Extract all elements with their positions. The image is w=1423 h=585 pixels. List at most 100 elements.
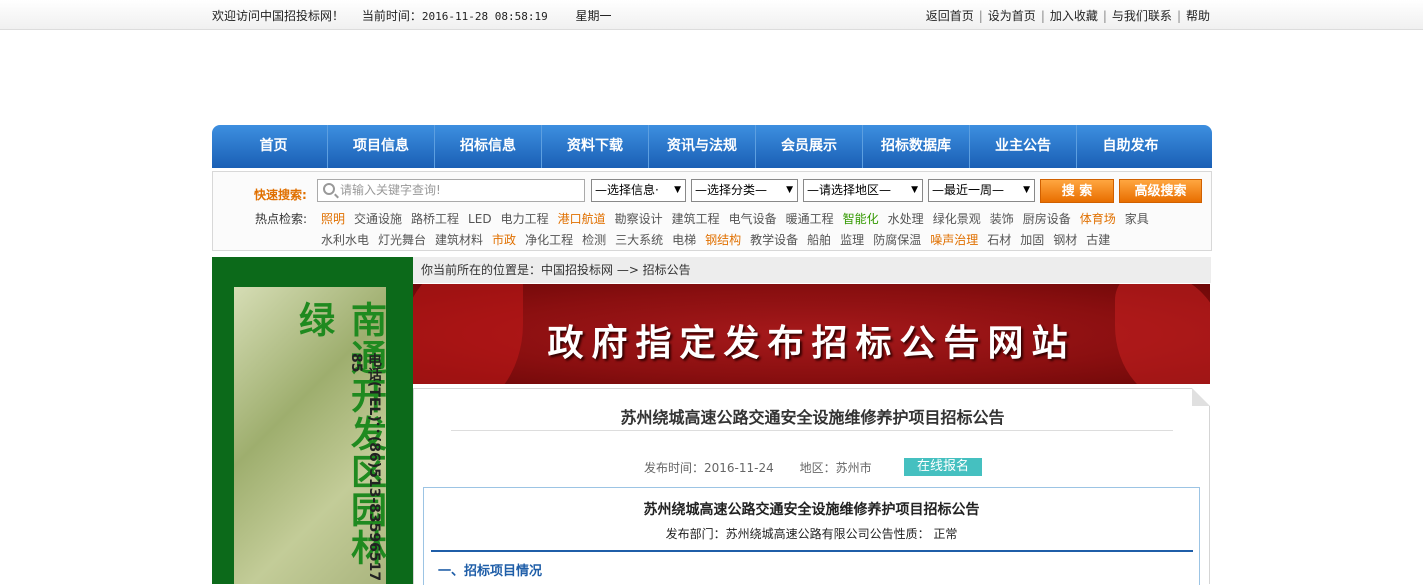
top-links: 返回首页 | 设为首页 | 加入收藏 | 与我们联系 | 帮助 — [926, 7, 1210, 24]
hot-keyword-link[interactable]: 教学设备 — [750, 233, 798, 247]
hot-keyword-link[interactable]: 净化工程 — [525, 233, 573, 247]
left-advertisement[interactable]: 南通开发区园林绿 电话(TEL)：(86)513-83596517 85 — [212, 257, 413, 584]
quick-search-label: 快速搜索: — [254, 188, 307, 202]
chevron-down-icon: ▼ — [786, 185, 793, 195]
hot-keyword-link[interactable]: 港口航道 — [558, 212, 606, 226]
date-label: 发布时间： — [644, 461, 705, 475]
hot-keyword-link[interactable]: 家具 — [1125, 212, 1149, 226]
advanced-search-button[interactable]: 高级搜索 — [1119, 179, 1202, 203]
hot-keyword-link[interactable]: 路桥工程 — [411, 212, 459, 226]
hot-keyword-link[interactable]: 三大系统 — [615, 233, 663, 247]
divider — [431, 550, 1193, 552]
section-heading: 一、招标项目情况 — [438, 564, 543, 579]
hot-keyword-link[interactable]: LED — [468, 212, 492, 226]
hot-keyword-link[interactable]: 照明 — [321, 212, 345, 226]
nav-projects[interactable]: 项目信息 — [328, 125, 435, 168]
chevron-down-icon: ▼ — [1023, 185, 1030, 195]
link-set-home[interactable]: 设为首页 — [988, 9, 1036, 23]
nav-database[interactable]: 招标数据库 — [863, 125, 970, 168]
nav-owner-notices[interactable]: 业主公告 — [970, 125, 1077, 168]
hot-search-label: 热点检索: — [255, 212, 308, 226]
hot-keyword-link[interactable]: 石材 — [987, 233, 1011, 247]
article-title: 苏州绕城高速公路交通安全设施维修养护项目招标公告 — [620, 408, 1005, 427]
weekday: 星期一 — [575, 9, 612, 23]
welcome-text: 欢迎访问中国招投标网！ — [212, 9, 345, 23]
hot-keywords-row-2: 水利水电 灯光舞台 建筑材料 市政 净化工程 检测 三大系统 电梯 钢结构 教学设备 船舶 监理 防腐保… — [321, 231, 1119, 248]
notice-publisher: 发布部门：苏州绕城高速公路有限公司公告性质： 正常 — [665, 527, 958, 541]
article-panel: 苏州绕城高速公路交通安全设施维修养护项目招标公告 发布时间：2016-11-24… — [413, 388, 1210, 585]
top-bar: 欢迎访问中国招投标网！ 当前时间：2016-11-28 08:58:19 星期一… — [0, 0, 1423, 30]
category-select[interactable]: —选择分类— ▼ — [691, 179, 798, 202]
hot-keyword-link[interactable]: 钢材 — [1053, 233, 1077, 247]
separator: | — [1102, 9, 1107, 23]
link-contact[interactable]: 与我们联系 — [1112, 9, 1172, 23]
notice-title: 苏州绕城高速公路交通安全设施维修养护项目招标公告 — [643, 502, 980, 518]
hot-keyword-link[interactable]: 电梯 — [672, 233, 696, 247]
hot-keyword-link[interactable]: 钢结构 — [705, 233, 741, 247]
welcome-info: 欢迎访问中国招投标网！ 当前时间：2016-11-28 08:58:19 星期一 — [212, 7, 626, 24]
hot-keyword-link[interactable]: 监理 — [840, 233, 864, 247]
divider — [451, 430, 1173, 431]
time-value: 2016-11-28 08:58:19 — [421, 10, 548, 23]
ad-image: 南通开发区园林绿 电话(TEL)：(86)513-83596517 85 — [234, 287, 387, 584]
online-apply-button[interactable]: 在线报名 — [904, 458, 982, 476]
hot-keyword-link[interactable]: 防腐保温 — [873, 233, 921, 247]
hot-keyword-link[interactable]: 智能化 — [843, 212, 879, 226]
hot-keyword-link[interactable]: 加固 — [1020, 233, 1044, 247]
hot-keyword-link[interactable]: 绿化景观 — [933, 212, 981, 226]
separator: | — [1176, 9, 1181, 23]
nav-downloads[interactable]: 资料下载 — [542, 125, 649, 168]
link-home[interactable]: 返回首页 — [926, 9, 974, 23]
info-type-select[interactable]: —选择信息· ▼ — [591, 179, 686, 202]
period-select[interactable]: —最近一周— ▼ — [928, 179, 1035, 202]
hot-keyword-link[interactable]: 装饰 — [990, 212, 1014, 226]
nav-tenders[interactable]: 招标信息 — [435, 125, 542, 168]
hot-keyword-link[interactable]: 交通设施 — [354, 212, 402, 226]
banner-text: 政府指定发布招标公告网站 — [547, 322, 1076, 364]
separator: | — [978, 9, 983, 23]
region-select[interactable]: —请选择地区— ▼ — [803, 179, 923, 202]
hot-keyword-link[interactable]: 电力工程 — [501, 212, 549, 226]
hot-keyword-link[interactable]: 厨房设备 — [1023, 212, 1071, 226]
region-label: 地区： — [799, 461, 836, 475]
hot-keyword-link[interactable]: 建筑工程 — [672, 212, 720, 226]
hot-keyword-link[interactable]: 灯光舞台 — [378, 233, 426, 247]
link-bookmark[interactable]: 加入收藏 — [1050, 9, 1098, 23]
region-value: —请选择地区— — [807, 183, 892, 197]
category-value: —选择分类— — [695, 183, 768, 197]
hot-keywords-row-1: 照明 交通设施 路桥工程 LED 电力工程 港口航道 勘察设计 建筑工程 电气设备 暖通工程 智能化… — [321, 210, 1158, 227]
period-value: —最近一周— — [932, 183, 1005, 197]
link-help[interactable]: 帮助 — [1186, 9, 1210, 23]
hot-keyword-link[interactable]: 电气设备 — [729, 212, 777, 226]
hot-keyword-link[interactable]: 暖通工程 — [786, 212, 834, 226]
search-input[interactable]: 请输入关键字查询! — [317, 179, 585, 202]
hot-keyword-link[interactable]: 船舶 — [807, 233, 831, 247]
search-icon — [323, 183, 335, 195]
hot-keyword-link[interactable]: 古建 — [1086, 233, 1110, 247]
separator: | — [1040, 9, 1045, 23]
hot-keyword-link[interactable]: 噪声治理 — [930, 233, 978, 247]
chevron-down-icon: ▼ — [911, 185, 918, 195]
breadcrumb: 你当前所在的位置是：中国招投标网 —> 招标公告 — [413, 257, 1211, 283]
hot-keyword-link[interactable]: 水处理 — [888, 212, 924, 226]
quick-search-panel: 快速搜索: 请输入关键字查询! —选择信息· ▼ —选择分类— ▼ —请选择地区— ▼… — [212, 171, 1212, 251]
region-value: 苏州市 — [835, 461, 872, 475]
main-nav: 首页 项目信息 招标信息 资料下载 资讯与法规 会员展示 招标数据库 业主公告 … — [212, 125, 1212, 168]
notice-box: 苏州绕城高速公路交通安全设施维修养护项目招标公告 发布部门：苏州绕城高速公路有限… — [423, 487, 1200, 585]
hot-keyword-link[interactable]: 水利水电 — [321, 233, 369, 247]
search-button[interactable]: 搜 索 — [1040, 179, 1114, 203]
nav-members[interactable]: 会员展示 — [756, 125, 863, 168]
publish-date: 2016-11-24 — [704, 461, 774, 475]
info-type-value: —选择信息· — [595, 183, 659, 197]
time-label: 当前时间： — [361, 9, 422, 23]
banner: 政府指定发布招标公告网站 — [413, 284, 1210, 384]
nav-news-laws[interactable]: 资讯与法规 — [649, 125, 756, 168]
hot-keyword-link[interactable]: 勘察设计 — [615, 212, 663, 226]
chevron-down-icon: ▼ — [674, 185, 681, 195]
nav-self-publish[interactable]: 自助发布 — [1077, 125, 1184, 168]
hot-keyword-link[interactable]: 检测 — [582, 233, 606, 247]
hot-keyword-link[interactable]: 体育场 — [1080, 212, 1116, 226]
nav-home[interactable]: 首页 — [220, 125, 328, 168]
hot-keyword-link[interactable]: 市政 — [492, 233, 516, 247]
hot-keyword-link[interactable]: 建筑材料 — [435, 233, 483, 247]
